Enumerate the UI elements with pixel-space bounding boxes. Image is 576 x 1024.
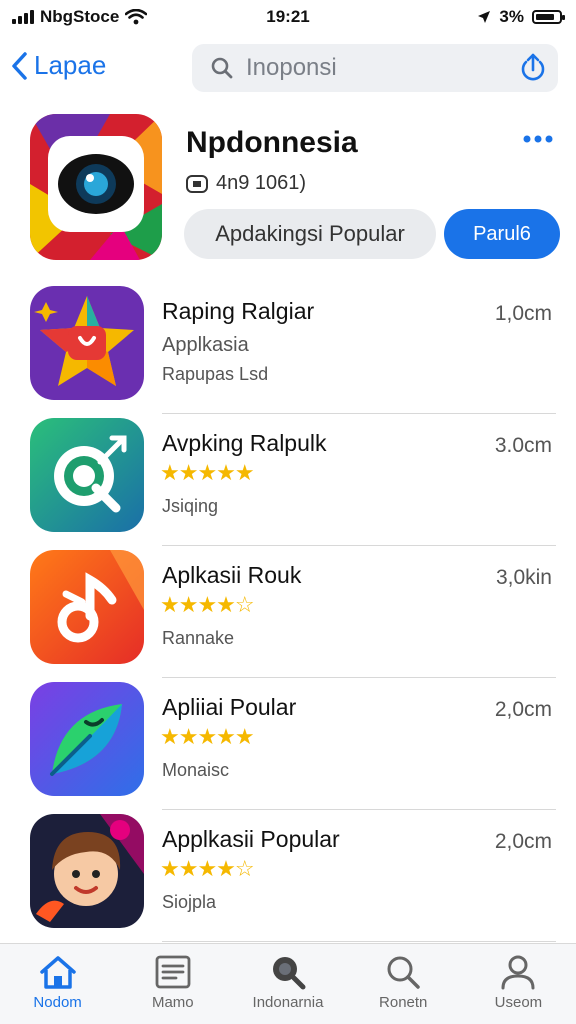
search-icon xyxy=(211,57,233,79)
featured-app-title: Npdonnesia xyxy=(186,126,358,159)
app-subtitle: Applkasia xyxy=(162,334,249,356)
featured-app: Npdonnesia 4n9 1061) Apdakingsi Popular … xyxy=(0,114,576,264)
app-tag: Monaisc xyxy=(162,760,230,780)
search-bar[interactable] xyxy=(192,44,558,92)
status-right: 3% xyxy=(477,7,565,27)
tab-label: Mamo xyxy=(151,994,194,1011)
home-icon xyxy=(39,956,76,989)
search-input[interactable] xyxy=(244,53,508,83)
device-icon xyxy=(186,174,208,193)
rating-stars: ★★★★☆ xyxy=(160,592,255,617)
app-name: Apliiai Poular xyxy=(162,694,297,720)
app-name: Aplkasii Rouk xyxy=(162,562,302,588)
list-item[interactable]: Applkasii Popular ★★★★☆ Siojpla 2,0cm xyxy=(0,810,576,942)
app-size: 2,0cm xyxy=(494,698,552,721)
tab-label: Nodom xyxy=(33,994,82,1011)
featured-app-meta: 4n9 1061) xyxy=(186,172,306,195)
app-size: 3,0kin xyxy=(495,566,552,589)
chevron-left-icon xyxy=(12,51,27,80)
back-label: Lapae xyxy=(34,50,107,80)
app-icon-target xyxy=(30,418,144,532)
app-name: Avpking Ralpulk xyxy=(162,430,327,456)
tab-home[interactable]: Nodom xyxy=(0,944,115,1024)
app-tag: Siojpla xyxy=(162,892,217,912)
app-tag: Rapupas Lsd xyxy=(162,364,269,384)
rating-stars: ★★★★☆ xyxy=(160,856,255,881)
tab-label: Useom xyxy=(494,994,543,1011)
list-icon xyxy=(155,955,191,989)
app-size: 3.0cm xyxy=(494,434,552,457)
tab-explore[interactable]: Indonarnia xyxy=(230,944,345,1024)
app-tag: Jsiqing xyxy=(162,496,219,516)
tab-user[interactable]: Useom xyxy=(461,944,576,1024)
tab-search[interactable]: Ronetn xyxy=(346,944,461,1024)
status-bar: NbgStoce 19:21 3% xyxy=(0,0,576,34)
app-size: 2,0cm xyxy=(494,830,552,853)
search-filled-icon xyxy=(273,957,306,990)
featured-app-icon[interactable] xyxy=(30,114,162,260)
app-icon-music xyxy=(30,550,144,664)
featured-app-meta-text: 4n9 1061) xyxy=(216,172,307,194)
tab-menu[interactable]: Mamo xyxy=(115,944,230,1024)
battery-percent: 3% xyxy=(499,7,524,26)
app-name: Applkasii Popular xyxy=(162,826,340,852)
rating-stars: ★★★★★ xyxy=(160,724,255,749)
divider xyxy=(162,941,556,942)
tab-label: Indonarnia xyxy=(252,994,324,1011)
app-list: Raping Ralgiar Applkasia Rapupas Lsd 1,0… xyxy=(0,282,576,942)
app-size: 1,0cm xyxy=(494,302,552,325)
battery-icon xyxy=(532,10,565,24)
app-icon-leaf xyxy=(30,682,144,796)
search-icon xyxy=(387,956,420,989)
tab-bar: Nodom Mamo Indonarnia Ronetn Useom xyxy=(0,943,576,1024)
more-options-icon[interactable] xyxy=(522,134,554,144)
list-item[interactable]: Aplkasii Rouk ★★★★☆ Rannake 3,0kin xyxy=(0,546,576,678)
app-tag: Rannake xyxy=(162,628,235,648)
list-item[interactable]: Raping Ralgiar Applkasia Rapupas Lsd 1,0… xyxy=(0,282,576,414)
app-name: Raping Ralgiar xyxy=(162,298,315,324)
list-item[interactable]: Apliiai Poular ★★★★★ Monaisc 2,0cm xyxy=(0,678,576,810)
app-icon-character xyxy=(30,814,144,928)
refresh-icon[interactable] xyxy=(518,52,548,84)
person-icon xyxy=(501,955,535,990)
back-button[interactable]: Lapae xyxy=(10,50,106,81)
location-icon xyxy=(478,11,491,23)
list-item[interactable]: Avpking Ralpulk ★★★★★ Jsiqing 3.0cm xyxy=(0,414,576,546)
rating-stars: ★★★★★ xyxy=(160,460,255,485)
app-icon-star xyxy=(30,286,144,400)
navigation-bar: Lapae xyxy=(0,40,576,96)
tab-label: Ronetn xyxy=(379,994,428,1011)
popular-apps-button[interactable]: Apdakingsi Popular xyxy=(184,209,436,259)
get-button[interactable]: Parul6 xyxy=(444,209,560,259)
